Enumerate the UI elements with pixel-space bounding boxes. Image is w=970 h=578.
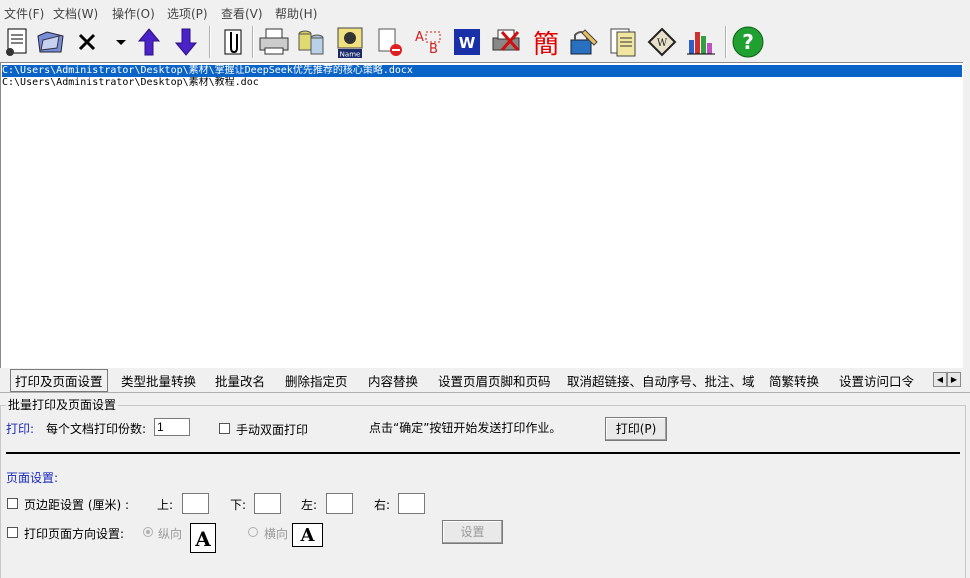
right-margin-input[interactable] bbox=[398, 493, 425, 514]
portrait-page-icon: A bbox=[190, 523, 216, 553]
tab-trad-simplified[interactable]: 简繁转换 bbox=[769, 371, 819, 390]
orientation-checkbox[interactable] bbox=[7, 527, 18, 538]
bottom-margin-input[interactable] bbox=[254, 493, 281, 514]
menu-options[interactable]: 选项(P) bbox=[167, 5, 208, 22]
tab-print-page-setup[interactable]: 打印及页面设置 bbox=[10, 369, 108, 392]
menu-document[interactable]: 文档(W) bbox=[53, 5, 98, 22]
svg-text:?: ? bbox=[742, 30, 754, 54]
copies-label: 每个文档打印份数: bbox=[46, 422, 147, 436]
tab-scroll-right-icon[interactable]: ▶ bbox=[947, 372, 961, 387]
section-divider bbox=[6, 452, 960, 454]
tab-scroll-arrows: ◀ ▶ bbox=[933, 372, 961, 387]
open-folder-icon[interactable] bbox=[34, 24, 68, 60]
lock-pen-icon[interactable] bbox=[567, 24, 601, 60]
right-margin-label: 右: bbox=[374, 498, 391, 512]
print-hint: 点击“确定”按钮开始发送打印作业。 bbox=[369, 421, 562, 435]
toolbar-separator bbox=[209, 26, 211, 58]
svg-text:Name: Name bbox=[340, 51, 361, 59]
traditional-simplified-icon[interactable]: 簡 bbox=[529, 24, 563, 60]
remove-page-icon[interactable] bbox=[372, 24, 406, 60]
printer-cancel-icon[interactable] bbox=[490, 24, 524, 60]
move-up-arrow-icon[interactable] bbox=[132, 24, 166, 60]
print-section-label: 打印: bbox=[6, 422, 35, 436]
duplex-label: 手动双面打印 bbox=[236, 423, 309, 437]
file-list-item[interactable]: C:\Users\Administrator\Desktop\素材\教程.doc bbox=[2, 77, 962, 89]
menu-view[interactable]: 查看(V) bbox=[221, 5, 263, 22]
orientation-label: 打印页面方向设置: bbox=[24, 527, 125, 541]
landscape-label: 横向 bbox=[264, 527, 289, 541]
group-title: 批量打印及页面设置 bbox=[6, 396, 119, 413]
tab-batch-rename[interactable]: 批量改名 bbox=[215, 371, 265, 390]
printer-icon[interactable] bbox=[257, 24, 291, 60]
file-list[interactable]: C:\Users\Administrator\Desktop\素材\掌握让Dee… bbox=[0, 62, 963, 368]
toolbar: Name AB W 簡 W ? bbox=[0, 22, 970, 62]
toolbar-separator bbox=[725, 26, 727, 58]
toolbar-separator bbox=[252, 26, 254, 58]
move-down-arrow-icon[interactable] bbox=[169, 24, 203, 60]
menu-bar: 文件(F) 文档(W) 操作(O) 选项(P) 查看(V) 帮助(H) bbox=[0, 0, 970, 22]
name-tag-icon[interactable]: Name bbox=[333, 24, 367, 60]
menu-file[interactable]: 文件(F) bbox=[4, 5, 44, 22]
svg-text:W: W bbox=[657, 38, 668, 49]
portrait-label: 纵向 bbox=[158, 527, 183, 541]
word-logo-icon[interactable]: W bbox=[450, 24, 484, 60]
tab-access-password[interactable]: 设置访问口令 bbox=[839, 371, 914, 390]
portrait-radio[interactable] bbox=[143, 527, 153, 537]
left-margin-input[interactable] bbox=[326, 493, 353, 514]
help-icon[interactable]: ? bbox=[731, 24, 765, 60]
print-button[interactable]: 打印(P) bbox=[605, 417, 667, 441]
copies-input[interactable] bbox=[154, 418, 190, 436]
duplex-checkbox[interactable] bbox=[219, 423, 230, 434]
menu-operation[interactable]: 操作(O) bbox=[112, 5, 155, 22]
tab-type-conversion[interactable]: 类型批量转换 bbox=[121, 371, 196, 390]
page-setup-label: 页面设置: bbox=[6, 471, 59, 485]
delete-x-icon[interactable] bbox=[70, 24, 104, 60]
margin-checkbox[interactable] bbox=[7, 498, 18, 509]
bar-chart-icon[interactable] bbox=[684, 24, 718, 60]
landscape-page-icon: A bbox=[292, 523, 323, 547]
document-list-icon[interactable] bbox=[0, 24, 34, 60]
top-margin-input[interactable] bbox=[182, 493, 209, 514]
svg-text:W: W bbox=[459, 34, 476, 52]
tab-header-footer[interactable]: 设置页眉页脚和页码 bbox=[438, 371, 551, 390]
svg-text:B: B bbox=[429, 42, 438, 57]
certificate-icon[interactable]: W bbox=[645, 24, 679, 60]
attach-clip-icon[interactable] bbox=[216, 24, 250, 60]
database-icon[interactable] bbox=[294, 24, 328, 60]
apply-setup-button[interactable]: 设置 bbox=[442, 520, 503, 544]
bottom-margin-label: 下: bbox=[230, 498, 247, 512]
left-margin-label: 左: bbox=[301, 498, 318, 512]
text-replace-icon[interactable]: AB bbox=[411, 24, 445, 60]
margin-label: 页边距设置 (厘米) : bbox=[24, 498, 130, 512]
file-list-item[interactable]: C:\Users\Administrator\Desktop\素材\掌握让Dee… bbox=[2, 65, 962, 77]
tab-delete-pages[interactable]: 删除指定页 bbox=[285, 371, 348, 390]
landscape-radio[interactable] bbox=[248, 527, 258, 537]
page-properties-icon[interactable] bbox=[606, 24, 640, 60]
svg-text:A: A bbox=[415, 30, 424, 45]
tab-bar: 打印及页面设置 类型批量转换 批量改名 删除指定页 内容替换 设置页眉页脚和页码… bbox=[0, 366, 970, 392]
tab-scroll-left-icon[interactable]: ◀ bbox=[933, 372, 947, 387]
menu-help[interactable]: 帮助(H) bbox=[275, 5, 317, 22]
top-margin-label: 上: bbox=[157, 498, 174, 512]
tab-content-replace[interactable]: 内容替换 bbox=[368, 371, 418, 390]
tab-remove-hyperlinks[interactable]: 取消超链接、自动序号、批注、域 bbox=[567, 371, 755, 390]
